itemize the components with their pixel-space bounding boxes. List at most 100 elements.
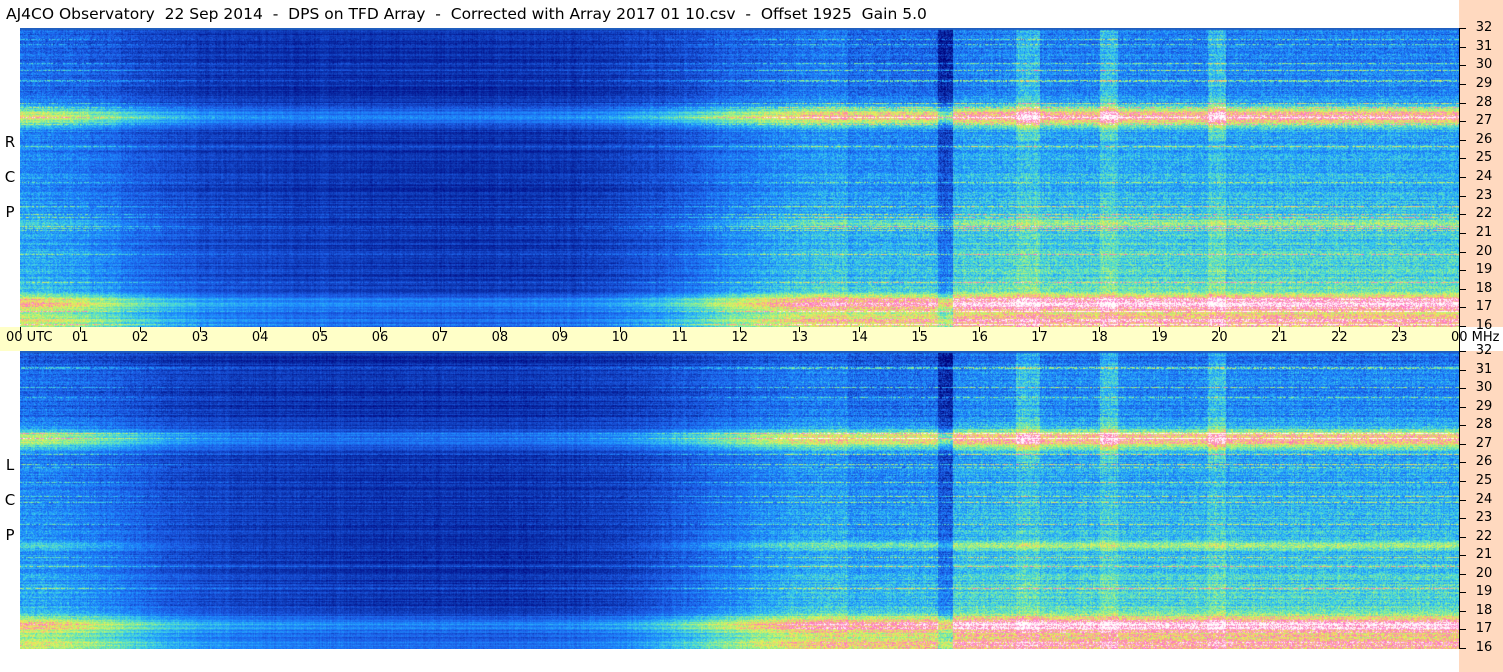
y-tick-label: 29 [1475,75,1493,91]
x-tick-mark [1279,327,1281,332]
y-tick-label: 24 [1475,491,1493,507]
x-tick-mark [499,327,501,332]
y-tick-label: 26 [1475,454,1493,470]
y-tick-label: 28 [1475,417,1493,433]
y-tick-mark [1459,648,1466,649]
y-tick-mark [1459,28,1466,29]
x-tick-label: 19 [1151,330,1168,345]
y-tick-label: 20 [1475,243,1493,259]
x-tick-label: 01 [71,330,89,345]
y-tick-mark [1459,65,1466,67]
x-tick-label: 11 [671,330,689,345]
y-tick-mark [1459,462,1466,464]
side-label-lcp: L C P [0,351,20,649]
y-tick-mark [1459,195,1466,197]
y-tick-label: 17 [1475,621,1493,637]
x-tick-mark [1159,327,1161,332]
y-tick-label: 25 [1475,472,1493,488]
y-tick-label: 22 [1475,528,1493,544]
y-tick-label: 22 [1475,206,1493,222]
x-tick-mark [79,327,81,332]
x-tick-mark [1219,327,1221,332]
y-tick-mark [1459,499,1466,501]
y-tick-label: 17 [1475,299,1493,315]
x-tick-mark [379,327,381,332]
y-tick-label: 21 [1475,547,1493,563]
x-tick-mark [919,327,921,332]
y-tick-mark [1459,351,1466,352]
x-tick-label: 14 [851,330,868,345]
x-tick-mark [1039,327,1041,332]
x-tick-mark [559,327,561,332]
chart-title: AJ4CO Observatory 22 Sep 2014 - DPS on T… [6,5,927,23]
x-tick-label: 13 [791,330,808,345]
y-tick-mark [1459,214,1466,216]
x-tick-label: 18 [1091,330,1108,345]
y-tick-label: 23 [1475,187,1493,203]
y-tick-mark [1459,536,1466,538]
x-tick-label: 03 [191,330,209,345]
y-tick-mark [1459,158,1466,160]
x-tick-label: 21 [1271,330,1288,345]
y-tick-label: 31 [1475,361,1493,377]
y-tick-label: 16 [1475,318,1493,333]
x-tick-label: 15 [911,330,928,345]
x-tick-mark [679,327,681,332]
x-tick-label: 04 [251,330,269,345]
y-tick-label: 27 [1475,113,1493,129]
spectrogram-lcp [20,351,1459,649]
y-tick-mark [1459,480,1466,482]
x-axis-utc: 00 UTC 01 02 03 04 05 06 07 08 09 10 11 12 13 14 15 16 17… [0,327,1500,351]
y-tick-mark [1459,251,1466,253]
x-tick-label: 20 [1211,330,1228,345]
y-tick-mark [1459,573,1466,575]
y-tick-mark [1459,102,1466,104]
y-tick-label: 23 [1475,510,1493,526]
x-tick-mark [1399,327,1401,332]
y-tick-label: 32 [1475,20,1493,35]
x-tick-mark [859,327,861,332]
y-tick-mark [1459,121,1466,123]
y-tick-mark [1459,555,1466,557]
y-tick-label: 26 [1475,131,1493,147]
y-tick-label: 24 [1475,169,1493,184]
x-tick-label: 23 [1391,330,1408,345]
x-tick-mark [319,327,321,332]
x-tick-mark [20,327,21,332]
x-tick-mark [1099,327,1101,332]
spectrogram-rcp [20,28,1459,327]
y-tick-label: 18 [1475,602,1493,618]
x-tick-label: 02 [131,330,149,345]
y-tick-mark [1459,369,1466,371]
side-label-rcp: R C P [0,28,20,327]
y-tick-label: 29 [1475,398,1493,414]
y-tick-label: 27 [1475,435,1493,451]
y-tick-label: 19 [1475,262,1493,278]
x-tick-label: 16 [971,330,988,345]
x-tick-label: 00 UTC [6,330,53,345]
x-tick-label: 06 [371,330,389,345]
y-tick-label: 18 [1475,280,1493,296]
y-tick-label: 20 [1475,565,1493,581]
x-tick-label: 12 [731,330,749,345]
y-tick-mark [1459,232,1466,234]
y-tick-label: 31 [1475,38,1493,54]
x-tick-mark [439,327,441,332]
spectrogram-lcp-canvas [20,351,1459,649]
y-tick-label: 30 [1475,380,1493,396]
y-tick-mark [1459,610,1466,612]
y-tick-mark [1459,326,1466,327]
x-tick-mark [1339,327,1341,332]
side-label-letter: P [5,203,15,221]
x-tick-mark [619,327,621,332]
x-tick-mark [259,327,261,332]
y-tick-label: 28 [1475,94,1493,110]
y-tick-mark [1459,518,1466,520]
spectrogram-rcp-canvas [20,28,1459,327]
y-tick-label: 16 [1475,640,1493,655]
x-tick-mark [139,327,141,332]
x-tick-label: 05 [311,330,329,345]
y-tick-label: 30 [1475,57,1493,73]
y-tick-mark [1459,83,1466,85]
side-label-letter: P [5,526,15,544]
